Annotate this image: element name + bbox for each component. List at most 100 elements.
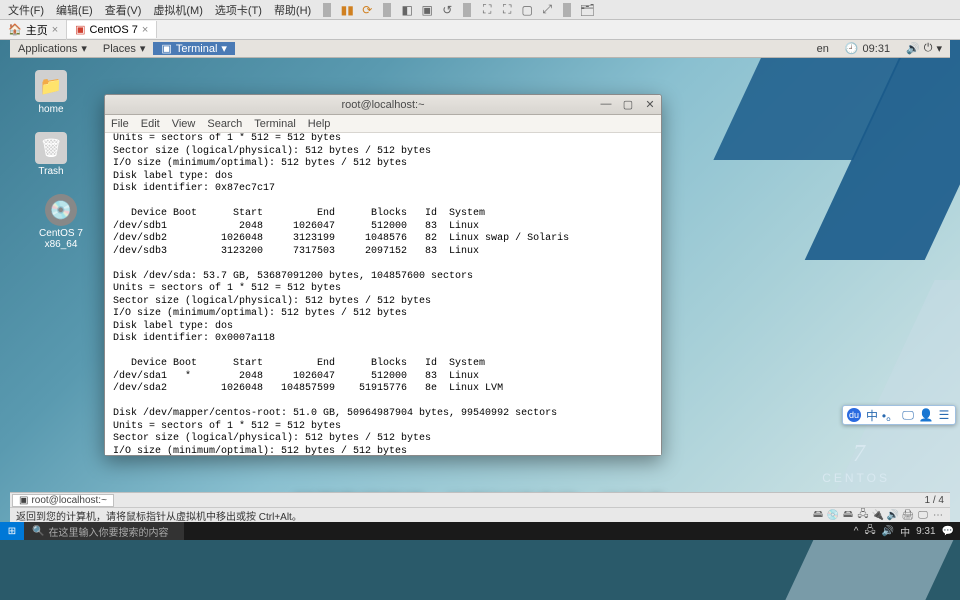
term-menu-help[interactable]: Help (308, 118, 331, 130)
dots-icon[interactable]: ⋯ (932, 509, 944, 521)
icon-label: CentOS 7 x86_64 (26, 228, 96, 250)
tray-notif-icon[interactable]: 💬 (942, 526, 954, 537)
sound-icon[interactable]: 🔊 (887, 509, 899, 521)
close-icon[interactable]: × (142, 24, 148, 36)
snapshot-icon[interactable]: ◧ (399, 2, 415, 18)
usb-icon[interactable]: 🔌 (872, 509, 884, 521)
vm-menu-edit[interactable]: 编辑(E) (52, 2, 97, 18)
search-input[interactable]: 🔍 在这里输入你要搜索的内容 (24, 522, 184, 540)
revert-icon[interactable]: ↺ (439, 2, 455, 18)
vm-tab-centos[interactable]: ▣ CentOS 7 × (67, 21, 157, 38)
cd-icon[interactable]: 💿 (827, 509, 839, 521)
desktop-icon-home[interactable]: 📁 home (26, 70, 76, 115)
kb-cn-icon[interactable]: 中 (865, 408, 879, 422)
windows-taskbar: ⊞ 🔍 在这里输入你要搜索的内容 ^ 🖧 🔊 中 9:31 💬 (0, 522, 960, 540)
vm-menu-help[interactable]: 帮助(H) (270, 2, 315, 18)
vm-menu-vm[interactable]: 虚拟机(M) (149, 2, 207, 18)
maximize-icon[interactable]: ▢ (621, 98, 635, 111)
task-label: root@localhost:~ (31, 495, 106, 506)
system-tray: ^ 🖧 🔊 中 9:31 💬 (848, 523, 960, 540)
hdd-icon[interactable]: 🖴 (842, 509, 854, 521)
term-menu-terminal[interactable]: Terminal (254, 118, 296, 130)
term-menu-edit[interactable]: Edit (141, 118, 160, 130)
desktop-icon-trash[interactable]: 🗑 Trash (26, 132, 76, 177)
vm-tab-home[interactable]: 🏠 主页 × (0, 20, 67, 40)
chevron-down-icon: ▾ (936, 42, 942, 55)
close-icon[interactable]: × (52, 24, 58, 36)
chevron-down-icon: ▾ (221, 42, 227, 55)
vm-host-menubar: 文件(F) 编辑(E) 查看(V) 虚拟机(M) 选项卡(T) 帮助(H) ▮▮… (0, 0, 960, 20)
hdd-icon[interactable]: 🖴 (812, 509, 824, 521)
printer-icon[interactable]: 🖨 (902, 509, 914, 521)
terminal-window[interactable]: root@localhost:~ — ▢ ✕ File Edit View Se… (104, 94, 662, 456)
terminal-menubar: File Edit View Search Terminal Help (105, 115, 661, 133)
chevron-down-icon: ▾ (140, 42, 146, 55)
vm-tab-label: 主页 (26, 22, 48, 38)
input-lang[interactable]: en (809, 43, 837, 55)
kb-menu-icon[interactable]: ☰ (937, 408, 951, 422)
vm-menu-file[interactable]: 文件(F) (4, 2, 48, 18)
baidu-icon[interactable]: du (847, 408, 861, 422)
terminal-titlebar[interactable]: root@localhost:~ — ▢ ✕ (105, 95, 661, 115)
vm-tab-bar: 🏠 主页 × ▣ CentOS 7 × (0, 20, 960, 40)
net-icon[interactable]: 🖧 (857, 509, 869, 521)
calendar-icon: 🕘 (845, 42, 859, 55)
volume-icon: 🔊 (906, 42, 920, 55)
vm-menu-tabs[interactable]: 选项卡(T) (211, 2, 266, 18)
input-method-badge[interactable]: du 中 •。 🖵 👤 ☰ (842, 405, 956, 425)
search-placeholder: 在这里输入你要搜索的内容 (48, 524, 168, 539)
fullscreen-icon[interactable]: ⛶ (499, 2, 515, 18)
system-menu[interactable]: 🔊 ⏻ ▾ (898, 42, 950, 55)
trash-icon: 🗑 (35, 132, 67, 164)
applications-menu[interactable]: Applications▾ (10, 42, 95, 55)
snapshot-manage-icon[interactable]: ▣ (419, 2, 435, 18)
centos-seven-logo: 7 (853, 441, 865, 468)
terminal-taskbar-item[interactable]: ▣ Terminal▾ (153, 42, 235, 55)
chevron-down-icon: ▾ (81, 42, 87, 55)
pause-icon[interactable]: ▮▮ (339, 2, 355, 18)
kb-person-icon[interactable]: 👤 (919, 408, 933, 422)
folder-icon: 📁 (35, 70, 67, 102)
display-icon[interactable]: 🖵 (917, 509, 929, 521)
kb-screen-icon[interactable]: 🖵 (901, 408, 915, 422)
terminal-body[interactable]: Units = sectors of 1 * 512 = 512 bytes S… (105, 133, 661, 455)
vm-icon: ▣ (75, 23, 85, 36)
term-menu-view[interactable]: View (172, 118, 196, 130)
terminal-icon: ▣ (161, 42, 171, 55)
minimize-icon[interactable]: — (599, 98, 613, 111)
gnome-bottom-panel: ▣ root@localhost:~ 1 / 4 (10, 492, 950, 507)
tray-up-icon[interactable]: ^ (854, 526, 859, 537)
centos-brand-text: CENTOS (822, 471, 890, 485)
vm-device-tray: 🖴 💿 🖴 🖧 🔌 🔊 🖨 🖵 ⋯ (812, 509, 944, 521)
window-title: root@localhost:~ (341, 99, 424, 111)
tray-net-icon[interactable]: 🖧 (864, 523, 875, 540)
places-menu[interactable]: Places▾ (95, 42, 154, 55)
search-icon: 🔍 (32, 526, 44, 537)
library-icon[interactable]: 🗂 (579, 2, 595, 18)
taskbar-terminal[interactable]: ▣ root@localhost:~ (12, 494, 114, 507)
terminal-icon: ▣ (19, 495, 28, 506)
vm-menu-view[interactable]: 查看(V) (101, 2, 146, 18)
start-button[interactable]: ⊞ (0, 522, 24, 540)
disc-icon: 💿 (45, 194, 77, 226)
vm-hint-text: 返回到您的计算机，请将鼠标指针从虚拟机中移出或按 Ctrl+Alt。 (16, 508, 302, 523)
term-menu-file[interactable]: File (111, 118, 129, 130)
desktop-icon-disc[interactable]: 💿 CentOS 7 x86_64 (26, 194, 96, 250)
stretch-icon[interactable]: ⤢ (539, 2, 555, 18)
term-menu-search[interactable]: Search (207, 118, 242, 130)
workspace-indicator[interactable]: 1 / 4 (919, 495, 950, 506)
power-icon: ⏻ (924, 42, 933, 55)
home-icon: 🏠 (8, 23, 22, 36)
tray-vol-icon[interactable]: 🔊 (882, 526, 894, 537)
kb-punct-icon[interactable]: •。 (883, 408, 897, 422)
unity-icon[interactable]: ▢ (519, 2, 535, 18)
tray-ime-icon[interactable]: 中 (900, 524, 910, 539)
icon-label: home (26, 104, 76, 115)
close-icon[interactable]: ✕ (643, 98, 657, 111)
icon-label: Trash (26, 166, 76, 177)
vm-tab-label: CentOS 7 (90, 24, 138, 36)
fit-icon[interactable]: ⛶ (479, 2, 495, 18)
clock[interactable]: 🕘 09:31 (837, 42, 898, 55)
restart-icon[interactable]: ⟳ (359, 2, 375, 18)
tray-clock[interactable]: 9:31 (916, 526, 935, 537)
